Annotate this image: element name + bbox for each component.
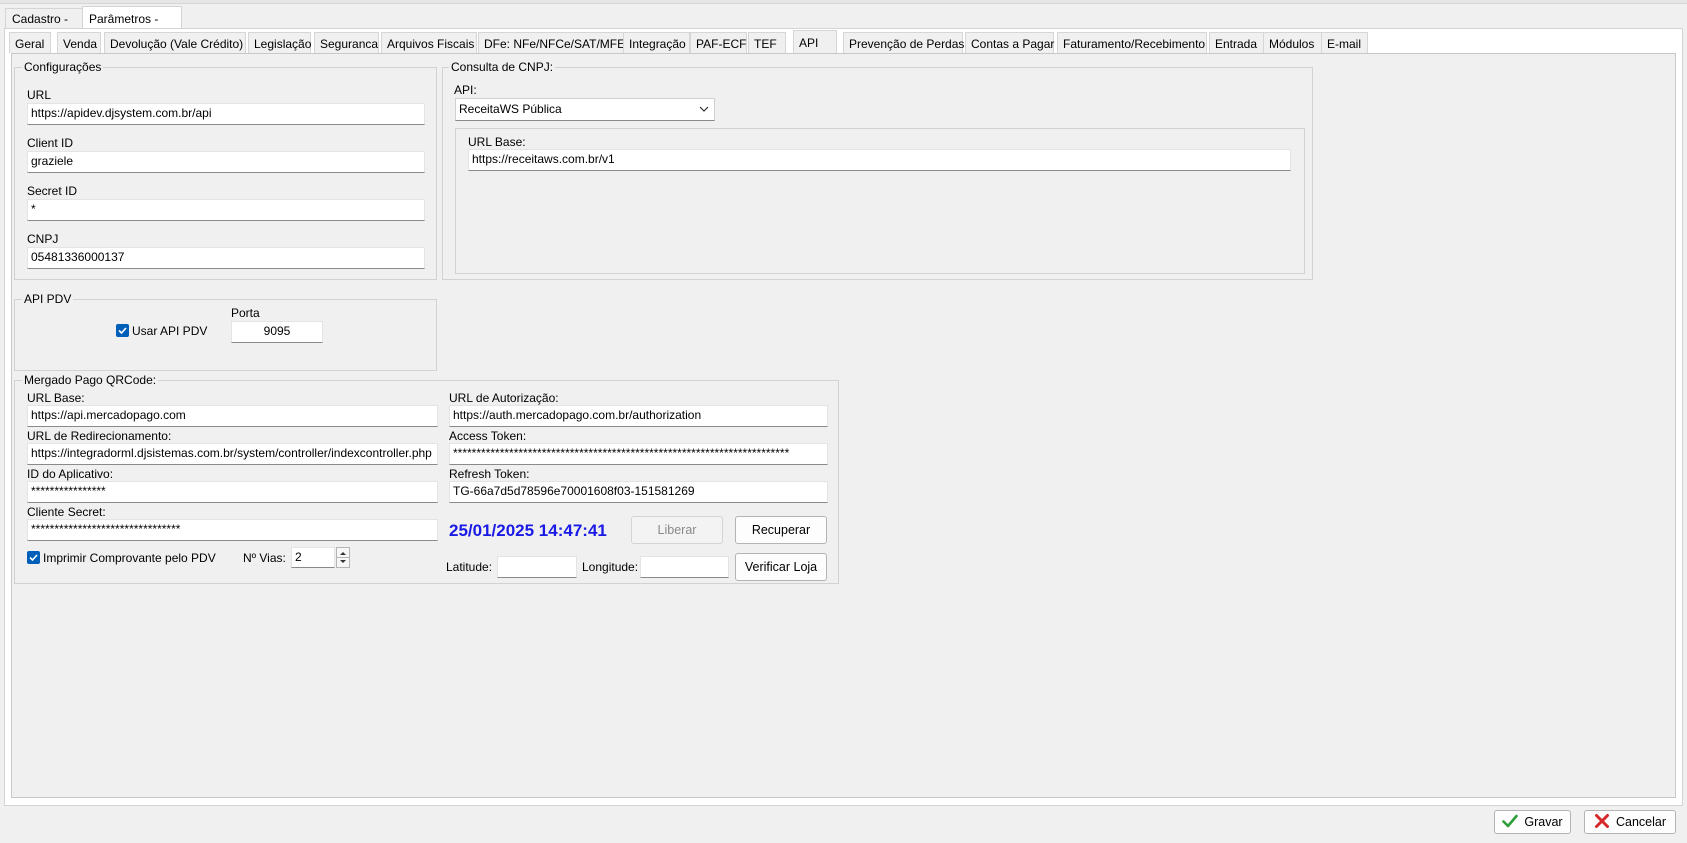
cancelar-button[interactable]: Cancelar <box>1584 810 1676 834</box>
num-vias-spinner[interactable] <box>336 547 350 568</box>
tab-email[interactable]: E-mail <box>1321 32 1368 53</box>
checkmark-icon <box>1502 814 1519 831</box>
url-label: URL <box>27 88 52 102</box>
url-base-cnpj-input[interactable]: https://receitaws.com.br/v1 <box>468 149 1291 171</box>
cancelar-button-label: Cancelar <box>1615 815 1667 829</box>
api-select-label: API: <box>454 83 477 97</box>
tab-dfe[interactable]: DFe: NFe/NFCe/SAT/MFE <box>478 32 625 53</box>
secret-id-input[interactable]: * <box>27 199 425 221</box>
porta-input[interactable]: 9095 <box>231 321 323 343</box>
cnpj-input[interactable]: 05481336000137 <box>27 247 425 269</box>
recuperar-button[interactable]: Recuperar <box>735 516 827 544</box>
window-top-edge <box>0 0 1687 4</box>
usar-api-pdv-checkbox[interactable] <box>116 324 129 337</box>
porta-label: Porta <box>231 306 260 320</box>
tab-arquivos-fiscais[interactable]: Arquivos Fiscais <box>381 32 477 53</box>
url-base-cnpj-label: URL Base: <box>468 135 526 149</box>
url-autorizacao-input[interactable]: https://auth.mercadopago.com.br/authoriz… <box>449 405 828 427</box>
tab-paf-ecf[interactable]: PAF-ECF <box>690 32 747 53</box>
num-vias-label: Nº Vias: <box>243 551 286 565</box>
latitude-label: Latitude: <box>446 560 493 574</box>
num-vias-input[interactable]: 2 <box>291 547 335 568</box>
cliente-secret-label: Cliente Secret: <box>27 505 106 519</box>
api-select-value: ReceitaWS Pública <box>459 102 562 116</box>
tab-seguranca[interactable]: Seguranca <box>314 32 379 53</box>
tab-venda[interactable]: Venda <box>57 32 101 53</box>
api-pdv-title: API PDV <box>22 292 74 306</box>
spin-up-icon <box>340 552 346 555</box>
access-token-input[interactable]: ****************************************… <box>449 443 828 465</box>
gravar-button[interactable]: Gravar <box>1494 810 1571 834</box>
verificar-loja-button[interactable]: Verificar Loja <box>735 553 827 581</box>
checkmark-icon <box>29 554 38 562</box>
tab-prevencao-perdas[interactable]: Prevenção de Perdas <box>843 32 964 53</box>
tab-legislacao[interactable]: Legislação <box>248 32 311 53</box>
refresh-token-label: Refresh Token: <box>449 467 530 481</box>
mp-url-base-label: URL Base: <box>27 391 85 405</box>
tab-parametros[interactable]: Parâmetros - F6 <box>82 6 182 50</box>
client-id-label: Client ID <box>27 136 74 150</box>
configuracoes-title: Configurações <box>22 60 104 74</box>
cliente-secret-input[interactable]: ******************************** <box>27 519 438 541</box>
mercado-pago-title: Mergado Pago QRCode: <box>22 373 159 387</box>
refresh-token-input[interactable]: TG-66a7d5d78596e70001608f03-151581269 <box>449 481 828 503</box>
api-pdv-group <box>14 299 437 371</box>
tab-api[interactable]: API <box>793 30 837 54</box>
tab-contas-pagar[interactable]: Contas a Pagar <box>965 32 1054 53</box>
secret-id-label: Secret ID <box>27 184 78 198</box>
tab-devolucao[interactable]: Devolução (Vale Crédito) <box>104 32 246 53</box>
recuperar-button-label: Recuperar <box>751 523 811 537</box>
id-aplicativo-input[interactable]: **************** <box>27 481 438 503</box>
client-id-input[interactable]: graziele <box>27 151 425 173</box>
datetime-display: 25/01/2025 14:47:41 <box>449 521 607 540</box>
verificar-loja-button-label: Verificar Loja <box>744 560 818 574</box>
tab-entrada[interactable]: Entrada <box>1209 32 1264 53</box>
tab-modulos[interactable]: Módulos <box>1263 32 1323 53</box>
liberar-button[interactable]: Liberar <box>631 516 723 544</box>
chevron-down-icon <box>699 99 709 127</box>
tab-faturamento[interactable]: Faturamento/Recebimento <box>1057 32 1207 53</box>
url-redirecionamento-label: URL de Redirecionamento: <box>27 429 172 443</box>
url-redirecionamento-input[interactable]: https://integradorml.djsistemas.com.br/s… <box>27 443 438 465</box>
tab-geral[interactable]: Geral <box>9 32 51 53</box>
url-autorizacao-label: URL de Autorização: <box>449 391 559 405</box>
longitude-label: Longitude: <box>582 560 639 574</box>
url-input[interactable]: https://apidev.djsystem.com.br/api <box>27 103 425 125</box>
cnpj-label: CNPJ <box>27 232 59 246</box>
api-select[interactable]: ReceitaWS Pública <box>455 98 715 121</box>
mp-url-base-input[interactable]: https://api.mercadopago.com <box>27 405 438 427</box>
access-token-label: Access Token: <box>449 429 527 443</box>
tab-tef[interactable]: TEF <box>748 32 786 53</box>
tab-cadastro[interactable]: Cadastro - F6 <box>5 8 83 46</box>
close-icon <box>1594 813 1610 832</box>
usar-api-pdv-label[interactable]: Usar API PDV <box>132 324 207 338</box>
latitude-input[interactable] <box>497 556 577 578</box>
id-aplicativo-label: ID do Aplicativo: <box>27 467 114 481</box>
imprimir-comprovante-label[interactable]: Imprimir Comprovante pelo PDV <box>43 551 216 565</box>
gravar-button-label: Gravar <box>1524 815 1563 829</box>
spin-down-icon <box>340 560 346 563</box>
consulta-cnpj-title: Consulta de CNPJ: <box>449 60 556 74</box>
tab-integracao[interactable]: Integração <box>623 32 690 53</box>
checkmark-icon <box>118 327 127 335</box>
liberar-button-label: Liberar <box>657 523 697 537</box>
longitude-input[interactable] <box>640 556 729 578</box>
imprimir-comprovante-checkbox[interactable] <box>27 551 40 564</box>
